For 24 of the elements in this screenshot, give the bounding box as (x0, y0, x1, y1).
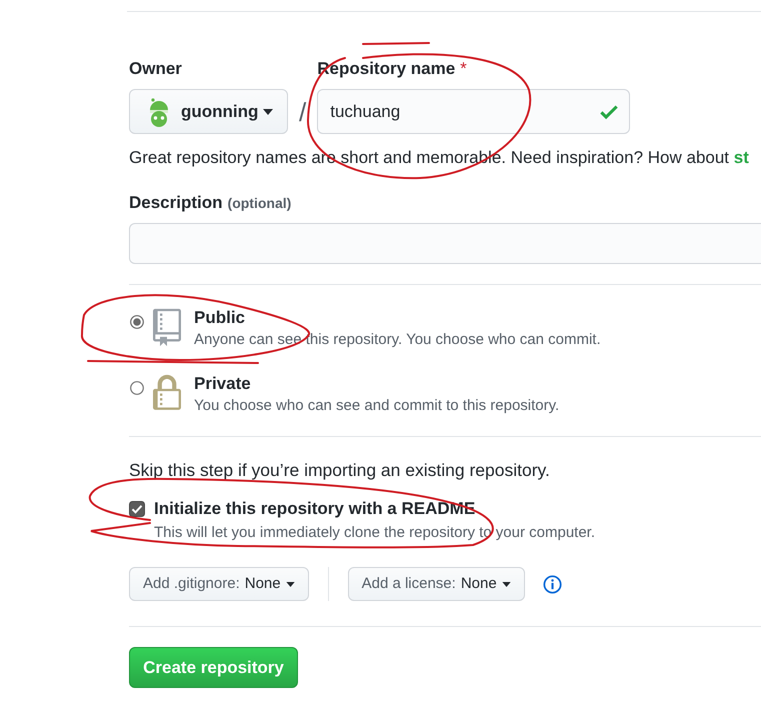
caret-icon (263, 108, 274, 114)
caret-icon (286, 582, 295, 586)
skip-note: Skip this step if you’re importing an existing repository. (129, 459, 551, 482)
owner-label: Owner (129, 58, 182, 80)
owner-dropdown[interactable]: guonning (129, 89, 288, 134)
option-title: Public (194, 307, 246, 329)
option-description: You choose who can see and commit to this repository. (194, 396, 560, 416)
repository-name-field[interactable]: tuchuang (317, 89, 630, 134)
checkbox[interactable] (129, 501, 145, 517)
optional-note: (optional) (228, 194, 292, 213)
radio-button[interactable] (130, 315, 144, 329)
select-dropdown[interactable]: Add .gitignore: None (129, 567, 309, 601)
readme-checkbox-label: Initialize this repository with a README (154, 498, 476, 520)
info-icon[interactable] (542, 574, 562, 594)
book-icon (153, 308, 181, 347)
lock-icon (153, 374, 181, 413)
option-title: Private (194, 373, 251, 395)
description-label: Description (129, 192, 223, 214)
select-dropdown[interactable]: Add a license: None (348, 567, 525, 601)
required-asterisk: * (460, 58, 467, 80)
path-separator: / (299, 98, 306, 124)
description-field[interactable] (129, 223, 761, 264)
caret-icon (502, 582, 511, 586)
radio-button[interactable] (130, 381, 144, 395)
